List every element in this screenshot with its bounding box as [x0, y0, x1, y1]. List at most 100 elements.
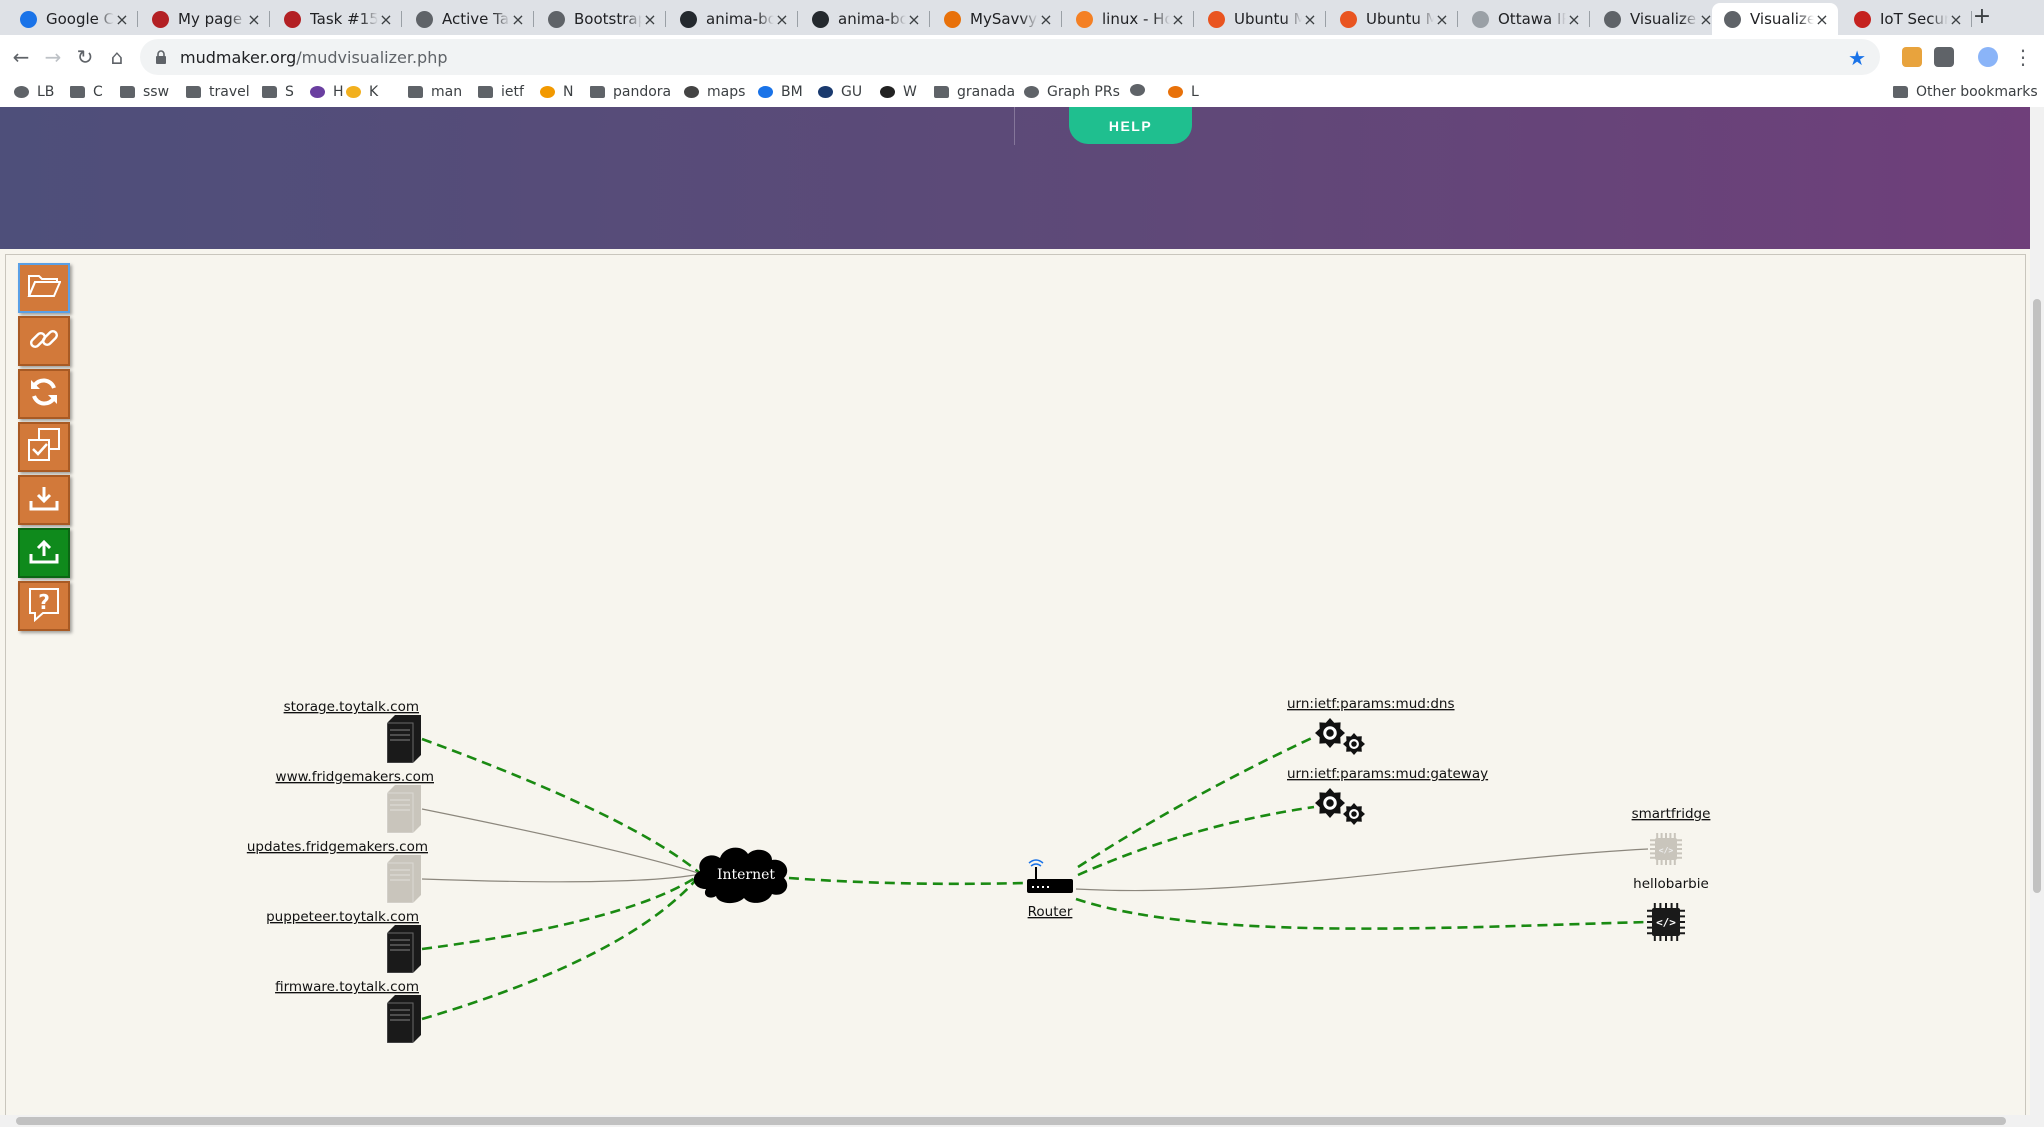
close-icon[interactable]: ×: [510, 10, 526, 29]
bookmark-label: Graph PRs: [1047, 84, 1120, 100]
device-chip-icon[interactable]: </>: [1647, 903, 1685, 941]
server-icon[interactable]: [386, 995, 421, 1044]
browser-tab[interactable]: linux - How to×: [1064, 3, 1194, 35]
server-label[interactable]: firmware.toytalk.com: [275, 979, 419, 995]
other-bookmarks[interactable]: Other bookmarks: [1893, 84, 2038, 100]
help-button[interactable]: HELP: [1069, 107, 1192, 144]
browser-tab[interactable]: Ubuntu Manpage×: [1196, 3, 1326, 35]
bookmark-item[interactable]: BM: [758, 84, 803, 100]
browser-tab[interactable]: Active Tasks×: [404, 3, 534, 35]
bookmark-item[interactable]: N: [540, 84, 573, 100]
bookmark-item[interactable]: [1130, 84, 1153, 96]
back-icon[interactable]: ←: [8, 44, 34, 70]
bookmark-item[interactable]: C: [70, 84, 103, 100]
server-label[interactable]: storage.toytalk.com: [284, 699, 419, 715]
close-icon[interactable]: ×: [1170, 10, 1186, 29]
bookmark-item[interactable]: granada: [934, 84, 1015, 100]
router-label[interactable]: Router: [1028, 904, 1073, 920]
close-icon[interactable]: ×: [1948, 10, 1964, 29]
close-icon[interactable]: ×: [378, 10, 394, 29]
bookmark-n-icon: [540, 86, 555, 98]
extension-icon[interactable]: [1934, 47, 1954, 67]
bookmark-item[interactable]: maps: [684, 84, 745, 100]
browser-tab[interactable]: Visualize MUD×: [1712, 3, 1838, 35]
server-label[interactable]: updates.fridgemakers.com: [247, 839, 428, 855]
close-icon[interactable]: ×: [1038, 10, 1054, 29]
browser-tab[interactable]: Google Calendar×: [8, 3, 138, 35]
close-icon[interactable]: ×: [1302, 10, 1318, 29]
bookmark-l-icon: [1168, 86, 1183, 98]
scroll-thumb[interactable]: [16, 1117, 2006, 1125]
bookmark-item[interactable]: S: [262, 84, 294, 100]
bookmark-label: pandora: [613, 84, 672, 100]
star-icon: [758, 86, 773, 98]
browser-tab[interactable]: Ottawa IPv6×: [1460, 3, 1590, 35]
server-icon[interactable]: [386, 785, 421, 834]
close-icon[interactable]: ×: [1814, 10, 1830, 29]
horizontal-scrollbar[interactable]: [0, 1115, 2030, 1127]
close-icon[interactable]: ×: [1434, 10, 1450, 29]
profile-avatar[interactable]: [1978, 47, 1998, 67]
browser-tab[interactable]: anima-bootstrap×: [668, 3, 798, 35]
bookmark-item[interactable]: pandora: [590, 84, 671, 100]
service-edge: [1077, 735, 1315, 869]
scroll-thumb[interactable]: [2033, 299, 2041, 893]
server-label[interactable]: www.fridgemakers.com: [276, 769, 434, 785]
bookmark-item[interactable]: L: [1168, 84, 1199, 100]
device-label[interactable]: hellobarbie: [1633, 876, 1709, 892]
device-edge: [1075, 897, 1649, 930]
gears-icon[interactable]: [1315, 788, 1365, 825]
bookmark-item[interactable]: travel: [186, 84, 250, 100]
bookmark-item[interactable]: LB: [14, 84, 54, 100]
bookmark-item[interactable]: ietf: [478, 84, 524, 100]
gears-icon[interactable]: [1315, 718, 1365, 755]
server-label[interactable]: puppeteer.toytalk.com: [266, 909, 419, 925]
close-icon[interactable]: ×: [774, 10, 790, 29]
browser-tab[interactable]: Visualize MUD×: [1592, 3, 1722, 35]
folder-icon: [120, 86, 135, 98]
close-icon[interactable]: ×: [114, 10, 130, 29]
bookmark-item[interactable]: Graph PRs: [1024, 84, 1120, 100]
server-icon[interactable]: [386, 855, 421, 904]
graph-nodes: storage.toytalk.com www.fridgemakers.com u…: [247, 696, 1711, 1044]
home-icon[interactable]: ⌂: [104, 44, 130, 70]
tab-separator: [929, 11, 930, 27]
browser-tab[interactable]: Bootstrap ×: [536, 3, 666, 35]
browser-tab[interactable]: IoT Security×: [1842, 3, 1972, 35]
reload-icon[interactable]: ↻: [72, 44, 98, 70]
mud-visualizer-canvas[interactable]: ? storage.toytalk.com www.fridgemakers.co…: [5, 254, 2026, 1115]
menu-icon[interactable]: ⋮: [2010, 44, 2036, 70]
bookmark-item[interactable]: W: [880, 84, 917, 100]
router-icon[interactable]: [1027, 859, 1073, 893]
bookmark-label: ssw: [143, 84, 170, 100]
bookmark-star-icon[interactable]: ★: [1848, 46, 1866, 70]
header-banner: HELP: [0, 107, 2030, 249]
browser-tab[interactable]: anima-bootstrap×: [800, 3, 930, 35]
device-label[interactable]: smartfridge: [1632, 806, 1711, 822]
vertical-scrollbar[interactable]: [2030, 107, 2044, 1127]
service-label[interactable]: urn:ietf:params:mud:gateway: [1287, 766, 1488, 782]
bookmarks-bar: LB Cssw travel S H Kman ietf Npandora maps BM GU Wg…: [0, 79, 2044, 108]
close-icon[interactable]: ×: [1566, 10, 1582, 29]
new-tab-button[interactable]: +: [1968, 3, 1996, 31]
close-icon[interactable]: ×: [906, 10, 922, 29]
forward-icon[interactable]: →: [40, 44, 66, 70]
bookmark-item[interactable]: K: [346, 84, 378, 100]
server-icon[interactable]: [386, 715, 421, 764]
tab-title: Google Calendar: [46, 10, 114, 28]
service-label[interactable]: urn:ietf:params:mud:dns: [1287, 696, 1455, 712]
server-icon[interactable]: [386, 925, 421, 974]
bookmark-item[interactable]: man: [408, 84, 462, 100]
close-icon[interactable]: ×: [642, 10, 658, 29]
browser-tab[interactable]: Task #15 - Redmine×: [272, 3, 402, 35]
close-icon[interactable]: ×: [246, 10, 262, 29]
browser-tab[interactable]: Ubuntu Manpage×: [1328, 3, 1458, 35]
bookmark-item[interactable]: H: [310, 84, 344, 100]
bookmark-item[interactable]: ssw: [120, 84, 169, 100]
device-chip-icon[interactable]: </>: [1650, 833, 1682, 865]
address-bar[interactable]: mudmaker.org/mudvisualizer.php ★: [140, 39, 1880, 75]
browser-tab[interactable]: MySavvy ×: [932, 3, 1062, 35]
bookmark-item[interactable]: GU: [818, 84, 862, 100]
extension-icon[interactable]: [1902, 47, 1922, 67]
browser-tab[interactable]: My page - Redmine×: [140, 3, 270, 35]
